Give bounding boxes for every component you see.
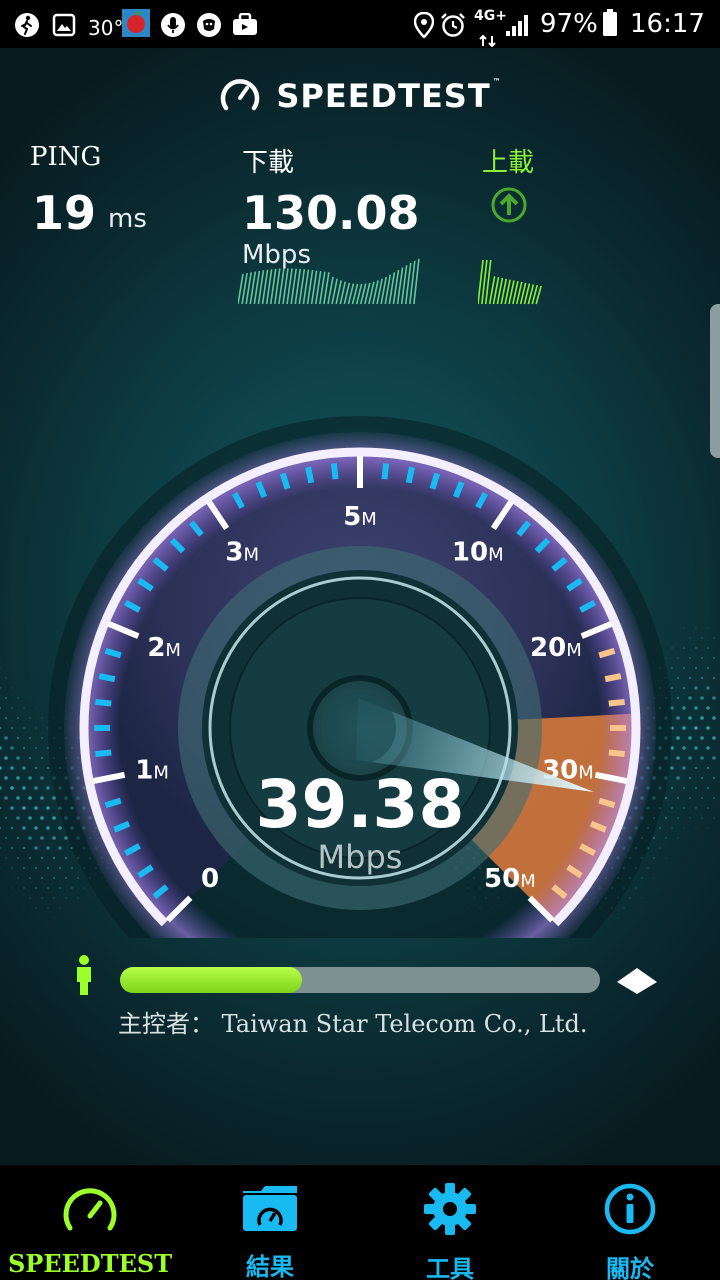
current-speed-value: 39.38 — [255, 766, 465, 843]
upload-arrow-icon — [490, 186, 528, 228]
upload-sparkline — [478, 259, 542, 305]
signal-icon — [504, 12, 532, 38]
microphone-icon — [160, 12, 186, 38]
upload-label: 上載 — [482, 148, 535, 178]
battery-text: 97% — [540, 9, 598, 39]
download-sparkline — [238, 258, 420, 305]
location-icon — [414, 12, 434, 38]
battery-icon — [602, 9, 618, 36]
gauge-minor-tick — [98, 673, 116, 683]
gauge-minor-tick — [381, 462, 390, 480]
nav-speedtest-label: SPEEDTEST — [7, 1249, 173, 1278]
alarm-icon — [440, 12, 466, 38]
nav-speedtest[interactable]: SPEEDTEST — [0, 1165, 180, 1280]
host-provider-label: 主控者： Taiwan Star Telecom Co., Ltd. — [118, 1010, 588, 1038]
gear-icon — [423, 1183, 477, 1235]
briefcase-icon — [232, 12, 258, 38]
ping-value: 19 — [32, 186, 97, 240]
ping-unit: ms — [108, 204, 147, 234]
gauge-minor-tick — [94, 749, 112, 758]
download-label: 下載 — [242, 148, 295, 178]
nav-tools-label: 工具 — [426, 1254, 474, 1280]
needle-hub-cap — [324, 692, 396, 764]
running-icon — [14, 12, 40, 38]
test-progress-bar — [120, 967, 600, 993]
speedometer-logo-icon — [218, 74, 262, 118]
gauge-minor-tick — [305, 466, 315, 484]
nav-about-label: 關於 — [606, 1254, 654, 1280]
current-speed-unit: Mbps — [317, 838, 403, 876]
nav-results-label: 結果 — [246, 1252, 294, 1280]
test-progress-fill — [120, 967, 303, 993]
gauge-minor-tick — [608, 698, 626, 707]
nav-tools[interactable]: 工具 — [360, 1165, 540, 1280]
server-icon — [616, 966, 658, 1000]
info-icon — [603, 1183, 657, 1235]
bottom-navigation: SPEEDTEST 結果 工具 關於 — [0, 1165, 720, 1280]
speedtest-screen: SPEEDTEST™ PING 19 ms 下載 130.08 Mbps 上載 — [0, 48, 720, 1165]
temperature-text: 30° — [88, 16, 124, 40]
gauge-minor-tick — [405, 466, 415, 484]
app-notification-icon — [122, 9, 150, 37]
status-bar: 30° 4G+ 97% 16:17 — [0, 0, 720, 48]
speedometer-icon — [61, 1183, 119, 1235]
shield-icon — [196, 12, 222, 38]
nav-about[interactable]: 關於 — [540, 1165, 720, 1280]
network-type-text: 4G+ — [474, 8, 507, 24]
speedtest-logo: SPEEDTEST ™ — [0, 74, 720, 118]
logo-text: SPEEDTEST ™ — [276, 77, 502, 115]
download-value: 130.08 — [242, 186, 420, 240]
folder-results-icon — [241, 1183, 299, 1233]
gauge-minor-tick — [330, 462, 339, 480]
nav-results[interactable]: 結果 — [180, 1165, 360, 1280]
person-icon — [74, 954, 94, 1000]
gallery-icon — [52, 12, 76, 38]
ping-label: PING — [30, 142, 102, 172]
gauge-minor-tick — [608, 749, 626, 758]
gauge-minor-tick — [94, 698, 112, 707]
clock-text: 16:17 — [630, 9, 705, 39]
gauge-minor-tick — [604, 673, 622, 683]
